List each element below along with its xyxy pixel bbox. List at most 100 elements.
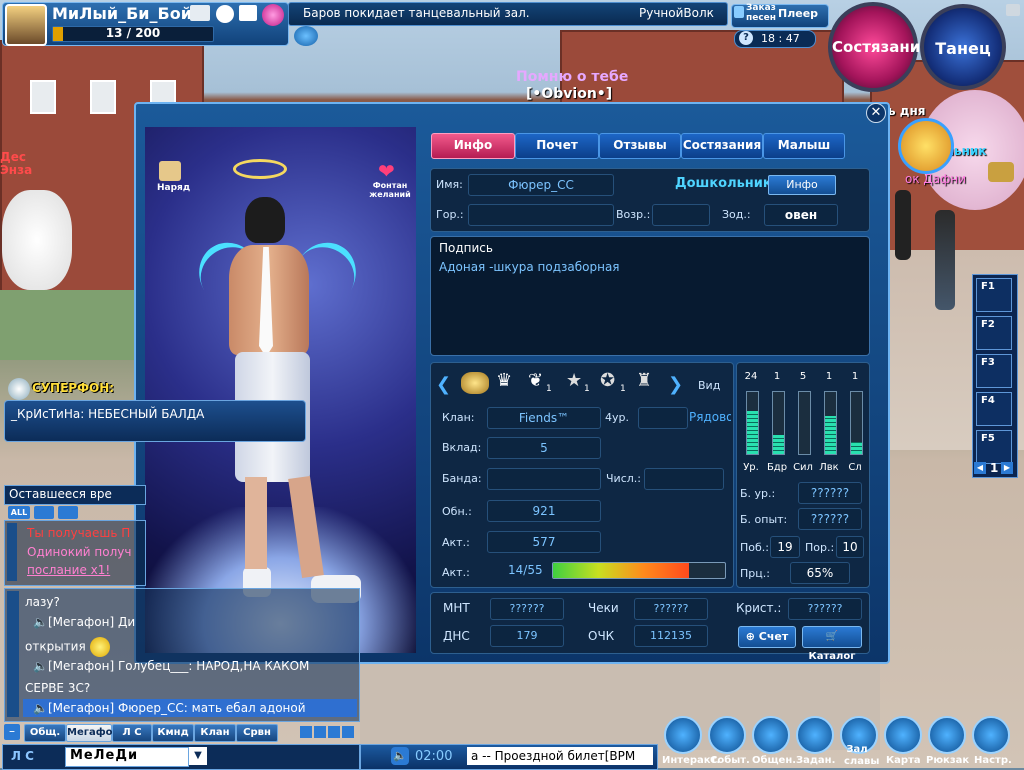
player-button[interactable]: Плеер <box>778 7 818 20</box>
world-character[interactable] <box>895 190 911 260</box>
chevron-left-icon[interactable]: ◀ <box>974 462 986 474</box>
stat-bar <box>746 391 759 455</box>
remaining-time-header: Оставшееся вре <box>4 485 146 505</box>
chat-tab-megaphone[interactable]: Мегафон <box>66 724 119 742</box>
chat-tab-team[interactable]: Кмнд <box>152 724 194 742</box>
menu-settings[interactable]: Настр. <box>974 755 1012 766</box>
chat-bubble-icon[interactable] <box>216 5 234 23</box>
remaining-line-3[interactable]: послание x1! <box>27 563 110 577</box>
dance-button[interactable]: Танец <box>920 4 1006 90</box>
act-label: Акт.: <box>442 536 470 549</box>
heart-social-icon[interactable] <box>262 4 284 26</box>
megaphone-icon <box>8 378 30 400</box>
tasks-icon[interactable] <box>796 716 834 754</box>
hotkey-page-number: 1 <box>990 461 999 475</box>
heart-icon[interactable]: ❤ <box>378 161 395 181</box>
bunny-character[interactable] <box>2 190 72 290</box>
hotkey-f2[interactable]: F2 <box>976 316 1012 350</box>
hotkey-f1[interactable]: F1 <box>976 278 1012 312</box>
settings-small-icon[interactable] <box>1006 4 1020 16</box>
minimize-icon[interactable] <box>294 26 318 46</box>
emote-icon[interactable] <box>328 726 340 738</box>
chevron-down-icon[interactable]: ▼ <box>189 747 207 765</box>
filter-tab-3[interactable] <box>58 506 78 519</box>
menu-hall-of-fame[interactable]: Зал славы <box>844 744 879 768</box>
signature-text: Адоная -шкура подзаборная <box>439 260 620 274</box>
cart-icon: 🛒 <box>825 631 839 642</box>
catalog-button[interactable]: 🛒 Каталог <box>802 626 862 662</box>
world-text-left2: Энза <box>0 163 33 177</box>
backpack-icon[interactable] <box>928 716 966 754</box>
profile-card-icon[interactable] <box>190 5 210 21</box>
tab-reviews[interactable]: Отзывы <box>599 133 681 159</box>
menu-events[interactable]: Событ. <box>710 755 750 766</box>
chevron-right-icon[interactable]: ▶ <box>1001 462 1013 474</box>
dns-field: 179 <box>490 625 564 647</box>
chat-tab-pm[interactable]: Л С <box>112 724 152 742</box>
mail-icon[interactable] <box>239 5 257 21</box>
dance-label: Танец <box>935 39 991 58</box>
social-icon[interactable] <box>752 716 790 754</box>
rank-info-button[interactable]: Инфо <box>768 175 836 195</box>
deposit-label: Вклад: <box>442 441 482 454</box>
character-viewport[interactable]: Наряд ❤ Фонтан желаний <box>145 127 416 653</box>
tab-info[interactable]: Инфо <box>431 133 515 159</box>
keyboard-icon[interactable] <box>300 726 312 738</box>
hotkey-f3[interactable]: F3 <box>976 354 1012 388</box>
character-leg-left <box>245 477 267 569</box>
tab-competitions[interactable]: Состязания <box>681 133 763 159</box>
outfit-icon[interactable] <box>159 161 181 181</box>
lv1-badge-icon: ♛ <box>496 370 513 391</box>
stat-bar <box>772 391 785 455</box>
tab-baby[interactable]: Малыш <box>763 133 845 159</box>
knot-badge-icon: ❦ <box>528 370 544 391</box>
scrollbar[interactable] <box>7 523 17 581</box>
city-field <box>468 204 614 226</box>
window <box>30 80 56 114</box>
volume-icon[interactable] <box>314 726 326 738</box>
hotkey-f4[interactable]: F4 <box>976 392 1012 426</box>
filter-tab-2[interactable] <box>34 506 54 519</box>
world-text-left1: Дес <box>0 150 26 164</box>
badge-next-icon[interactable]: ❯ <box>668 374 683 395</box>
speaker-icon[interactable]: 🔈 <box>391 747 409 765</box>
stat-value: 5 <box>799 371 807 382</box>
menu-map[interactable]: Карта <box>886 755 921 766</box>
chat-scrollbar[interactable] <box>7 591 19 717</box>
chat-tab-general[interactable]: Общ. <box>24 724 66 742</box>
menu-social[interactable]: Общен. <box>752 755 796 766</box>
close-icon[interactable]: ✕ <box>866 103 886 123</box>
zodiac-label: Зод.: <box>722 208 751 221</box>
hotkey-f5[interactable]: F5 <box>976 430 1012 464</box>
avatar[interactable] <box>5 4 47 46</box>
world-character[interactable] <box>935 210 955 310</box>
settings-icon[interactable] <box>972 716 1010 754</box>
badge-prev-icon[interactable]: ❮ <box>436 374 451 395</box>
score-button[interactable]: ⊕ Счет <box>738 626 796 648</box>
losses-label: Пор.: <box>805 541 835 554</box>
interact-icon[interactable] <box>664 716 702 754</box>
order-songs-button[interactable]: Заказ песен <box>746 3 776 23</box>
chat-tab-clan[interactable]: Клан <box>194 724 236 742</box>
filter-all-tab[interactable]: ALL <box>8 506 30 519</box>
map-icon[interactable] <box>884 716 922 754</box>
tab-honor[interactable]: Почет <box>515 133 599 159</box>
chat-mode-label[interactable]: Л С <box>11 749 34 763</box>
stat-bar <box>850 391 863 455</box>
mascot-icon[interactable] <box>898 118 954 174</box>
competition-button[interactable]: Состязание <box>828 2 930 92</box>
chat-line-text: [Мегафон] Голубец___: НАРОД,НА КАКОМ <box>47 659 310 673</box>
collapse-chat-button[interactable]: – <box>4 724 20 740</box>
player-progress-text: 13 / 200 <box>105 26 161 40</box>
crown-icon[interactable] <box>988 162 1014 182</box>
chat-input[interactable]: МеЛеДи <box>65 747 189 767</box>
events-icon[interactable] <box>708 716 746 754</box>
megaphone-icon: 🔈 <box>33 659 48 673</box>
menu-backpack[interactable]: Рюкзак <box>926 755 969 766</box>
chat-line: открытия <box>25 637 110 657</box>
b-exp-field: ?????? <box>798 508 862 530</box>
help-icon[interactable]: ? <box>739 31 753 45</box>
menu-tasks[interactable]: Задан. <box>796 755 835 766</box>
chat-tab-compare[interactable]: Срвн <box>236 724 278 742</box>
chat-settings-icon[interactable] <box>342 726 354 738</box>
